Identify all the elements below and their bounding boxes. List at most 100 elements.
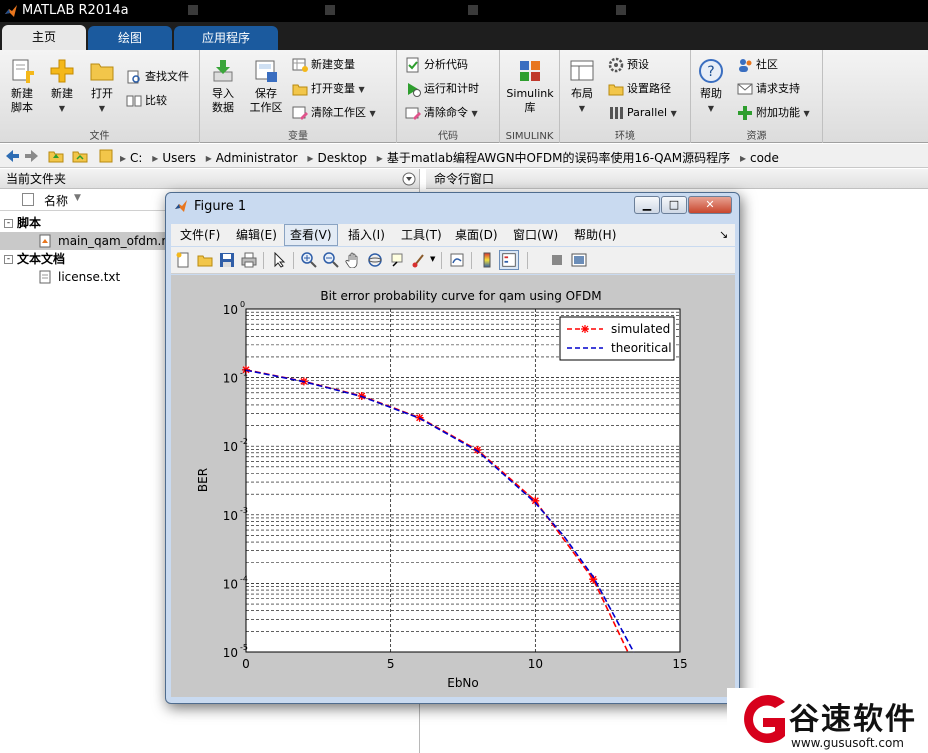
save-label: 保存	[255, 87, 277, 100]
checkbox-icon[interactable]	[22, 193, 34, 206]
menu-edit[interactable]: 编辑(E)	[231, 224, 282, 246]
menu-tools[interactable]: 工具(T)	[396, 224, 447, 246]
ber-chart[interactable]: Bit error probability curve for qam usin…	[171, 275, 735, 697]
new-script-button[interactable]: 新建 脚本	[4, 58, 40, 115]
breadcrumb-separator-icon: ▸	[205, 151, 212, 165]
menu-file[interactable]: 文件(F)	[175, 224, 225, 246]
help-button[interactable]: ? 帮助 ▼	[695, 58, 727, 116]
open-button[interactable]: 打开 ▼	[86, 58, 118, 116]
forward-arrow-icon[interactable]	[24, 148, 40, 164]
request-support-button[interactable]: 请求支持	[737, 80, 800, 98]
save-icon[interactable]	[219, 252, 235, 268]
preferences-button[interactable]: 预设	[608, 56, 649, 74]
layout-label: 布局	[571, 87, 593, 100]
show-tools-icon[interactable]	[571, 252, 587, 268]
m-file-icon	[39, 234, 51, 248]
run-and-time-button[interactable]: 运行和计时	[405, 80, 479, 98]
legend-icon[interactable]	[499, 250, 519, 270]
tab-home[interactable]: 主页	[2, 25, 86, 50]
figure-title-bar[interactable]: Figure 1 ▁ □ ✕	[166, 193, 739, 219]
window-button[interactable]	[325, 5, 335, 15]
window-button[interactable]	[616, 5, 626, 15]
ribbon-section-resources: ? 帮助 ▼ 社区 请求支持 附加功能 ▼ 资源	[691, 50, 823, 143]
tab-plots[interactable]: 绘图	[88, 26, 172, 50]
community-button[interactable]: 社区	[737, 56, 778, 74]
open-variable-button[interactable]: 打开变量 ▼	[292, 80, 365, 98]
breadcrumb-item[interactable]: Desktop	[317, 151, 367, 165]
new-figure-icon[interactable]	[175, 252, 191, 268]
zoom-out-icon[interactable]	[323, 252, 339, 268]
breadcrumb-item[interactable]: Administrator	[216, 151, 298, 165]
menu-desktop[interactable]: 桌面(D)	[450, 224, 503, 246]
close-button[interactable]: ✕	[688, 196, 732, 214]
maximize-button[interactable]: □	[661, 196, 687, 214]
back-arrow-icon[interactable]	[4, 148, 20, 164]
breadcrumb-item[interactable]: code	[750, 151, 779, 165]
link-plot-icon[interactable]	[449, 252, 465, 268]
print-icon[interactable]	[241, 252, 257, 268]
data-cursor-icon[interactable]	[389, 252, 405, 268]
open-file-icon[interactable]	[197, 252, 213, 268]
add-ons-button[interactable]: 附加功能 ▼	[737, 104, 810, 122]
breadcrumb-item[interactable]: C:	[130, 151, 142, 165]
pan-hand-icon[interactable]	[345, 252, 361, 268]
collapse-icon[interactable]: -	[4, 219, 13, 228]
menu-dock-arrow-icon[interactable]: ↘	[714, 224, 733, 246]
run-and-time-label: 运行和计时	[424, 82, 479, 95]
group-header[interactable]: - 脚本	[0, 214, 160, 232]
breadcrumb-separator-icon: ▸	[307, 151, 314, 165]
y-tick-label: 10	[223, 372, 238, 386]
menu-insert[interactable]: 插入(I)	[343, 224, 390, 246]
pointer-icon[interactable]	[271, 252, 287, 268]
group-header[interactable]: - 文本文档	[0, 250, 160, 268]
new-variable-button[interactable]: 新建变量	[292, 56, 355, 74]
panel-menu-icon[interactable]	[402, 172, 416, 186]
window-button[interactable]	[188, 5, 198, 15]
set-path-button[interactable]: 设置路径	[608, 80, 671, 98]
new-button[interactable]: 新建 ▼	[46, 58, 78, 116]
up-folder-icon[interactable]	[48, 148, 64, 164]
minimize-button[interactable]: ▁	[634, 196, 660, 214]
clear-workspace-icon	[292, 106, 308, 120]
y-tick-exponent: -4	[240, 574, 248, 583]
compare-button[interactable]: 比较	[126, 92, 167, 110]
browse-folder-icon[interactable]	[72, 148, 88, 164]
breadcrumb-item[interactable]: 基于matlab编程AWGN中OFDM的误码率使用16-QAM源码程序	[387, 151, 730, 165]
chevron-down-icon: ▼	[358, 85, 365, 94]
list-item[interactable]: license.txt	[0, 268, 165, 286]
clear-workspace-label: 清除工作区	[311, 106, 366, 119]
help-label: 帮助	[700, 87, 722, 100]
menu-help[interactable]: 帮助(H)	[569, 224, 621, 246]
parallel-button[interactable]: Parallel ▼	[608, 104, 677, 122]
list-item[interactable]: main_qam_ofdm.m	[0, 232, 173, 250]
collapse-icon[interactable]: -	[4, 255, 13, 264]
legend[interactable]: simulated theoritical	[559, 316, 675, 361]
chevron-down-icon[interactable]: ▼	[430, 255, 435, 263]
zoom-in-icon[interactable]	[301, 252, 317, 268]
analyze-code-icon	[406, 57, 419, 73]
menu-window[interactable]: 窗口(W)	[508, 224, 563, 246]
clear-commands-button[interactable]: 清除命令 ▼	[405, 104, 478, 122]
menu-view[interactable]: 查看(V)	[284, 224, 338, 246]
save-label: 工作区	[249, 101, 283, 114]
rotate-3d-icon[interactable]	[367, 252, 383, 268]
panel-title: 当前文件夹	[6, 172, 67, 186]
breadcrumb-separator-icon: ▸	[120, 151, 127, 165]
figure-canvas[interactable]: Bit error probability curve for qam usin…	[171, 275, 735, 697]
add-ons-icon	[738, 106, 752, 120]
window-button[interactable]	[468, 5, 478, 15]
find-files-button[interactable]: 查找文件	[126, 68, 189, 86]
tab-apps[interactable]: 应用程序	[174, 26, 278, 50]
colorbar-icon[interactable]	[479, 252, 495, 268]
layout-button[interactable]: 布局 ▼	[564, 58, 600, 116]
ribbon-section-code: 分析代码 运行和计时 清除命令 ▼ 代码	[397, 50, 500, 143]
analyze-code-button[interactable]: 分析代码	[405, 56, 468, 74]
import-data-button[interactable]: 导入 数据	[206, 58, 240, 115]
simulink-library-button[interactable]: Simulink 库	[502, 58, 558, 115]
brush-icon[interactable]	[411, 252, 427, 268]
breadcrumb-item[interactable]: Users	[162, 151, 196, 165]
clear-workspace-button[interactable]: 清除工作区 ▼	[292, 104, 376, 122]
hide-tools-icon[interactable]	[549, 252, 565, 268]
save-workspace-button[interactable]: 保存 工作区	[246, 58, 286, 115]
y-tick-label: 10	[223, 646, 238, 660]
